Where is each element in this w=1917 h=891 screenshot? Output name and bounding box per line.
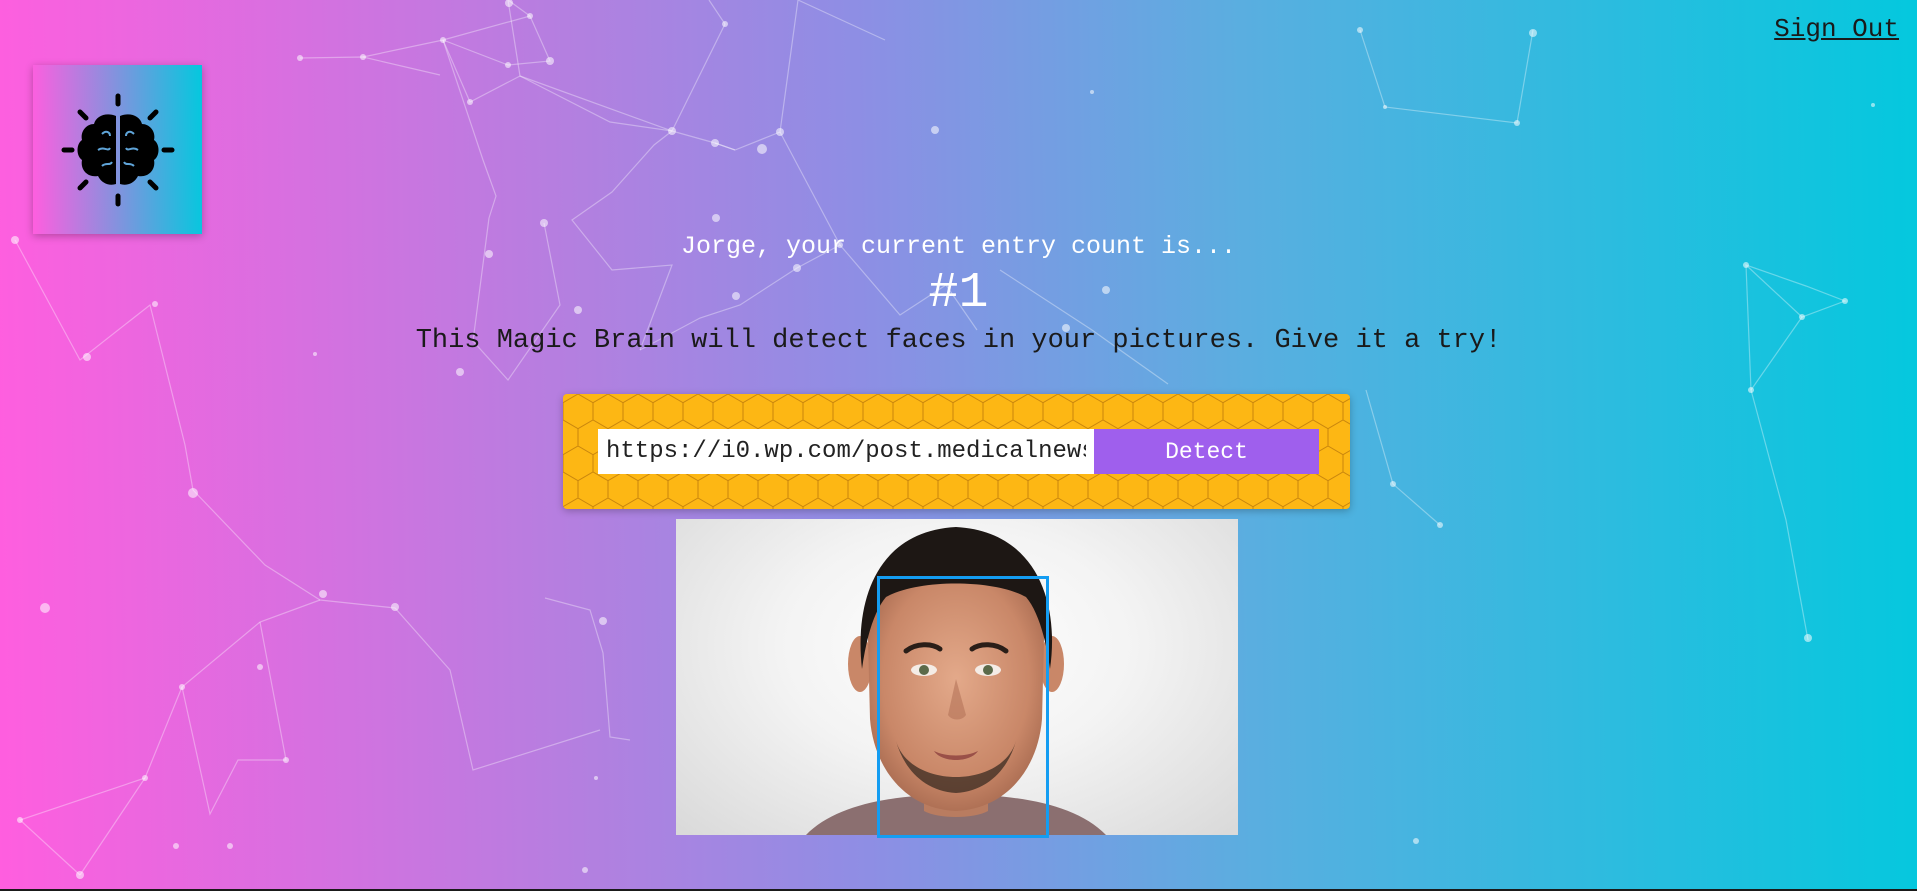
- sign-out-link[interactable]: Sign Out: [1774, 14, 1899, 44]
- detect-button[interactable]: Detect: [1094, 429, 1319, 474]
- intro-text: This Magic Brain will detect faces in yo…: [415, 326, 1502, 356]
- face-recognition-result: [676, 519, 1238, 838]
- entry-greeting: Jorge, your current entry count is...: [680, 232, 1237, 261]
- image-url-input[interactable]: [598, 429, 1094, 474]
- brain-icon: [61, 93, 174, 206]
- image-link-form: Detect: [563, 394, 1350, 509]
- entry-count: #1: [928, 265, 989, 322]
- logo: [33, 65, 202, 234]
- face-bounding-box: [877, 576, 1049, 838]
